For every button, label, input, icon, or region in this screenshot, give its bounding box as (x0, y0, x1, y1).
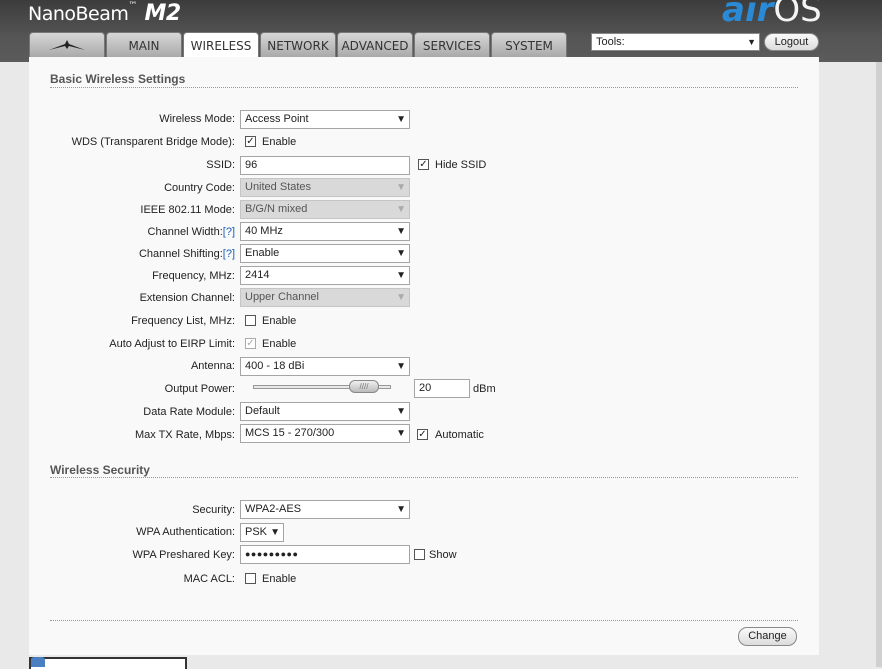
wireless-mode-label: Wireless Mode: (159, 113, 235, 125)
ubiquiti-logo-icon (49, 40, 85, 50)
wireless-security-title: Wireless Security (50, 463, 150, 477)
output-power-input[interactable]: 20 (414, 379, 470, 398)
wpa-authentication-select[interactable]: PSK ▼ (240, 523, 284, 542)
ieee-mode-label: IEEE 802.11 Mode: (140, 204, 235, 216)
frequency-list-checkbox[interactable] (245, 315, 256, 326)
mac-acl-checkbox[interactable] (245, 573, 256, 584)
chevron-down-icon: ▼ (396, 248, 406, 259)
mac-acl-enable-text: Enable (262, 573, 297, 585)
show-key-checkbox[interactable] (414, 549, 425, 560)
ssid-input[interactable]: 96 (240, 156, 410, 175)
tab-network[interactable]: NETWORK (260, 32, 336, 57)
chevron-down-icon: ▼ (270, 527, 280, 538)
chevron-down-icon: ▼ (396, 361, 406, 372)
country-code-label: Country Code: (164, 182, 235, 194)
chevron-down-icon: ▼ (396, 428, 406, 439)
model-name: M2 (144, 1, 181, 26)
tab-services[interactable]: SERVICES (414, 32, 490, 57)
basic-settings-title: Basic Wireless Settings (50, 72, 186, 86)
hide-ssid-label: Hide SSID (435, 159, 487, 171)
automatic-label: Automatic (435, 429, 484, 441)
frequency-list-enable-text: Enable (262, 315, 297, 327)
output-power-label: Output Power: (164, 383, 235, 395)
data-rate-label: Data Rate Module: (143, 406, 235, 418)
shield-icon (31, 657, 45, 667)
frequency-list-label: Frequency List, MHz: (131, 315, 235, 327)
chevron-down-icon: ▼ (396, 292, 406, 303)
output-power-slider-handle[interactable]: //// (349, 380, 379, 393)
top-bar: NanoBeam™ M2 airOS MAIN WIRELESS NETWORK… (0, 0, 882, 62)
tab-main[interactable]: MAIN (106, 32, 182, 57)
ieee-mode-select: B/G/N mixed ▼ (240, 200, 410, 219)
channel-width-label: Channel Width:[?] (147, 226, 235, 238)
bottom-badge (29, 657, 187, 669)
max-tx-rate-label: Max TX Rate, Mbps: (134, 429, 235, 441)
tab-system[interactable]: SYSTEM (491, 32, 567, 57)
channel-width-help-link[interactable]: [?] (223, 226, 235, 238)
channel-shifting-label: Channel Shifting:[?] (138, 248, 235, 260)
wds-checkbox[interactable]: ✓ (245, 136, 256, 147)
wpa-key-label: WPA Preshared Key: (132, 549, 235, 561)
wds-label: WDS (Transparent Bridge Mode): (71, 136, 235, 148)
extension-channel-label: Extension Channel: (139, 292, 235, 304)
tools-select[interactable]: Tools: ▼ (591, 33, 760, 51)
antenna-select[interactable]: 400 - 18 dBi ▼ (240, 357, 410, 376)
country-code-select: United States ▼ (240, 178, 410, 197)
tab-wireless[interactable]: WIRELESS (183, 32, 259, 58)
ssid-label: SSID: (206, 159, 235, 171)
eirp-enable-text: Enable (262, 338, 297, 350)
divider (50, 620, 798, 621)
wpa-key-input[interactable]: ●●●●●●●●● (240, 545, 410, 564)
security-label: Security: (192, 504, 235, 516)
logout-button[interactable]: Logout (764, 33, 819, 51)
tab-advanced[interactable]: ADVANCED (337, 32, 413, 57)
wds-enable-text: Enable (262, 136, 297, 148)
chevron-down-icon: ▼ (396, 504, 406, 515)
extension-channel-select: Upper Channel ▼ (240, 288, 410, 307)
divider (50, 87, 798, 88)
chevron-down-icon: ▼ (747, 37, 756, 47)
chevron-down-icon: ▼ (396, 114, 406, 125)
chevron-down-icon: ▼ (396, 270, 406, 281)
settings-panel: Basic Wireless Settings Wireless Mode: A… (29, 57, 819, 655)
eirp-checkbox: ✓ (245, 338, 256, 349)
wireless-mode-select[interactable]: Access Point ▼ (240, 110, 410, 129)
show-key-label: Show (429, 549, 457, 561)
tab-ubiquiti-logo[interactable] (29, 32, 105, 57)
automatic-checkbox[interactable]: ✓ (417, 429, 428, 440)
output-power-unit: dBm (473, 383, 496, 395)
chevron-down-icon: ▼ (396, 182, 406, 193)
airos-logo: airOS (722, 0, 822, 30)
divider (50, 477, 798, 478)
product-logo: NanoBeam™ M2 (28, 1, 181, 26)
data-rate-select[interactable]: Default ▼ (240, 402, 410, 421)
chevron-down-icon: ▼ (396, 204, 406, 215)
chevron-down-icon: ▼ (396, 406, 406, 417)
channel-shifting-select[interactable]: Enable ▼ (240, 244, 410, 263)
security-select[interactable]: WPA2-AES ▼ (240, 500, 410, 519)
channel-shifting-help-link[interactable]: [?] (223, 248, 235, 260)
max-tx-rate-select[interactable]: MCS 15 - 270/300 ▼ (240, 424, 410, 443)
hide-ssid-checkbox[interactable]: ✓ (418, 159, 429, 170)
change-button[interactable]: Change (738, 627, 797, 646)
eirp-label: Auto Adjust to EIRP Limit: (109, 338, 235, 350)
mac-acl-label: MAC ACL: (183, 573, 235, 585)
chevron-down-icon: ▼ (396, 226, 406, 237)
page-scrollbar[interactable] (876, 62, 882, 667)
frequency-select[interactable]: 2414 ▼ (240, 266, 410, 285)
frequency-label: Frequency, MHz: (152, 270, 235, 282)
wpa-authentication-label: WPA Authentication: (136, 526, 235, 538)
channel-width-select[interactable]: 40 MHz ▼ (240, 222, 410, 241)
antenna-label: Antenna: (190, 360, 235, 372)
brand-name: NanoBeam (28, 3, 129, 25)
